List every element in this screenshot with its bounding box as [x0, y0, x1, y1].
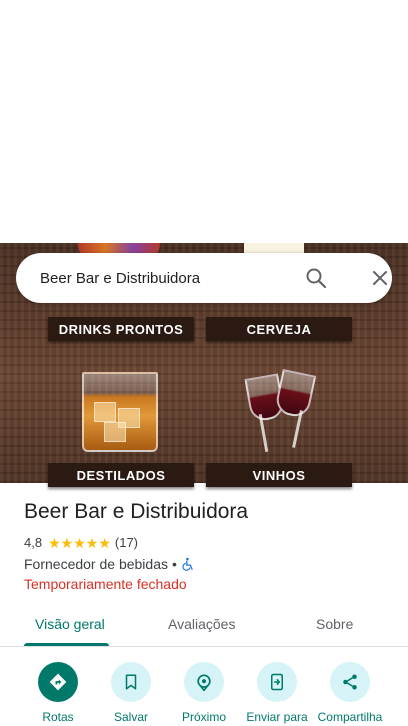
star-icon: ★: [73, 534, 86, 551]
star-icon: ★: [85, 534, 99, 551]
nearby-icon: [197, 674, 211, 692]
map-area[interactable]: [0, 0, 408, 243]
star-icon: ★: [48, 534, 61, 551]
separator: •: [172, 556, 177, 572]
send-to-phone-icon: [271, 673, 283, 691]
star-icon: ★: [98, 534, 111, 551]
place-title: Beer Bar e Distribuidora: [24, 500, 249, 523]
banner-spirits: DESTILADOS: [48, 463, 194, 487]
banner-drinks: DRINKS PRONTOS: [48, 317, 194, 341]
rating-value: 4,8: [24, 535, 43, 550]
share-button[interactable]: Compartilha: [310, 662, 390, 724]
tab-overview[interactable]: Visão geral: [35, 616, 105, 632]
search-bar[interactable]: Beer Bar e Distribuidora: [16, 253, 392, 303]
save-label: Salvar: [113, 710, 148, 724]
banner-beer: CERVEJA: [206, 317, 352, 341]
star-rating: ★ ★ ★ ★ ★: [48, 536, 111, 550]
send-to-phone-button[interactable]: Enviar para: [237, 662, 317, 724]
rating-row[interactable]: 4,8 ★ ★ ★ ★ ★ (17): [24, 535, 138, 550]
category-row: Fornecedor de bebidas •: [24, 556, 195, 572]
send-to-phone-label: Enviar para: [246, 710, 308, 724]
nearby-button[interactable]: Próximo: [164, 662, 244, 724]
share-icon: [343, 674, 357, 690]
whisky-glass-image: [82, 372, 158, 452]
save-button[interactable]: Salvar: [91, 662, 171, 724]
directions-icon: [49, 673, 67, 691]
tab-bar: Visão geral Avaliações Sobre: [0, 606, 408, 647]
place-category: Fornecedor de bebidas: [24, 556, 168, 572]
tab-reviews[interactable]: Avaliações: [168, 616, 235, 632]
share-label: Compartilha: [317, 710, 383, 724]
nearby-label: Próximo: [181, 710, 226, 724]
directions-label: Rotas: [42, 710, 74, 724]
wheelchair-accessible-icon: [182, 557, 193, 571]
search-input[interactable]: Beer Bar e Distribuidora: [40, 270, 200, 287]
banner-wines: VINHOS: [206, 463, 352, 487]
review-count[interactable]: (17): [115, 535, 138, 550]
star-icon: ★: [60, 534, 74, 551]
tab-indicator: [24, 643, 109, 646]
bookmark-icon: [125, 674, 137, 690]
directions-button[interactable]: Rotas: [18, 662, 98, 724]
tab-about[interactable]: Sobre: [316, 616, 353, 632]
status-badge: Temporariamente fechado: [24, 576, 187, 592]
search-icon[interactable]: [304, 266, 328, 290]
close-icon[interactable]: [368, 266, 392, 290]
